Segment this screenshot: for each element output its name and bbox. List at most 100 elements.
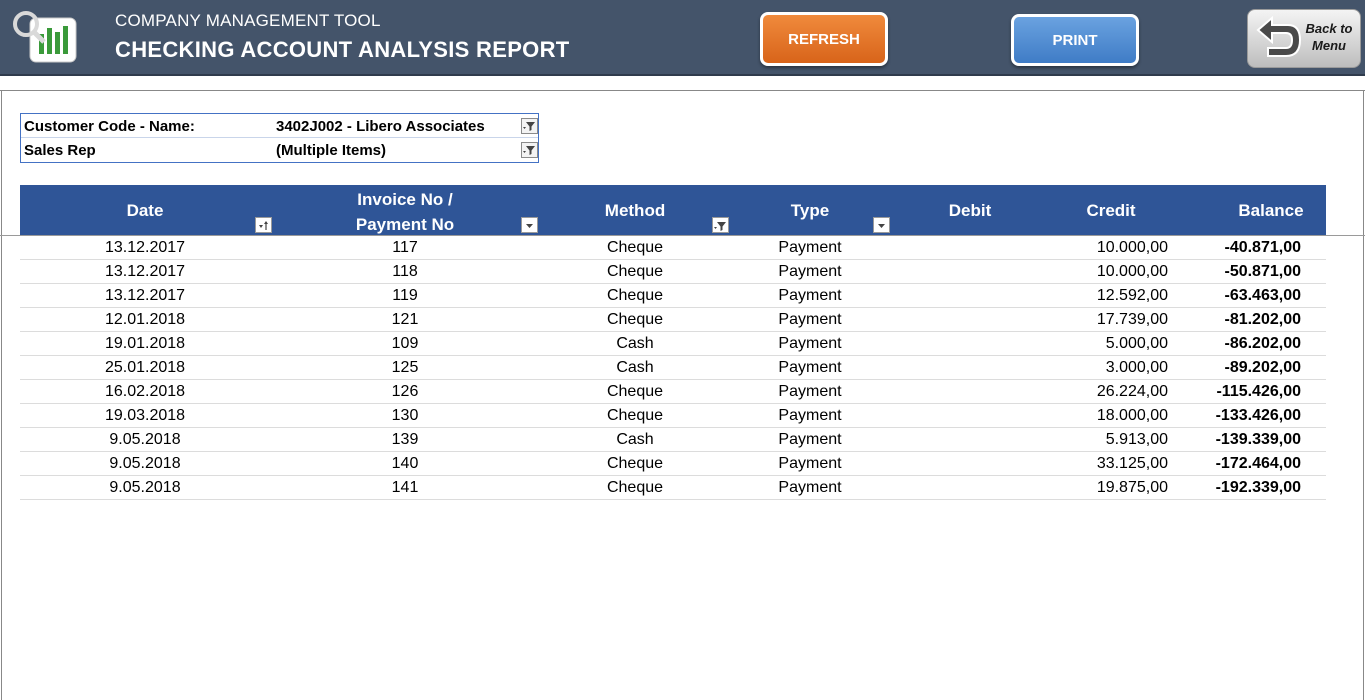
cell-method: Cheque — [606, 383, 664, 400]
cell-invoice: 109 — [391, 335, 419, 352]
back-to-menu-button[interactable]: Back to Menu — [1247, 9, 1361, 68]
date-sort-dropdown[interactable] — [255, 217, 272, 233]
cell-credit: 17.739,00 — [1096, 311, 1168, 328]
cell-balance: -81.202,00 — [1224, 311, 1301, 328]
cell-date: 13.12.2017 — [104, 287, 186, 304]
sort-ascending-icon — [259, 221, 268, 230]
cell-type: Payment — [778, 479, 842, 496]
back-to-menu-label: Back to Menu — [1305, 21, 1353, 53]
cell-method: Cheque — [606, 311, 664, 328]
table-row[interactable]: 25.01.2018 125 Cash Payment 3.000,00 -89.202,… — [20, 356, 1326, 380]
table-row[interactable]: 9.05.2018 139 Cash Payment 5.913,00 -139.339,… — [20, 428, 1326, 452]
sheet-left-border — [1, 90, 2, 700]
filter-icon — [523, 122, 535, 131]
cell-type: Payment — [778, 335, 842, 352]
filter-icon — [714, 222, 726, 231]
table-row[interactable]: 13.12.2017 119 Cheque Payment 12.592,00 -63.4… — [20, 284, 1326, 308]
column-header-credit: Credit — [1086, 201, 1136, 220]
cell-invoice: 125 — [391, 359, 419, 376]
filter-sales-rep: Sales Rep (Multiple Items) — [21, 138, 538, 162]
cell-invoice: 117 — [392, 239, 418, 256]
cell-credit: 3.000,00 — [1105, 359, 1168, 376]
refresh-button[interactable]: REFRESH — [760, 12, 888, 66]
cell-invoice: 139 — [391, 431, 419, 448]
type-dropdown[interactable] — [873, 217, 890, 233]
filter-sales-rep-dropdown[interactable] — [521, 142, 538, 158]
back-arrow-icon — [1256, 16, 1302, 57]
cell-type: Payment — [778, 431, 842, 448]
cell-date: 16.02.2018 — [104, 383, 186, 400]
cell-date: 9.05.2018 — [109, 479, 181, 496]
cell-date: 9.05.2018 — [109, 431, 181, 448]
cell-method: Cheque — [606, 479, 664, 496]
cell-date: 13.12.2017 — [104, 263, 186, 280]
filter-icon — [523, 146, 535, 155]
table-row[interactable]: 13.12.2017 117 Cheque Payment 10.000,00 -40.8… — [20, 236, 1326, 260]
cell-credit: 33.125,00 — [1096, 455, 1168, 472]
cell-method: Cheque — [606, 407, 664, 424]
cell-balance: -133.426,00 — [1215, 407, 1301, 424]
cell-balance: -172.464,00 — [1215, 455, 1301, 472]
table-header: Date Invoice No / Payment No Method Type… — [20, 185, 1326, 235]
cell-type: Payment — [778, 239, 842, 256]
cell-credit: 12.592,00 — [1096, 287, 1168, 304]
filter-customer-value: 3402J002 - Libero Associates — [276, 118, 485, 135]
print-button[interactable]: PRINT — [1011, 14, 1139, 66]
cell-date: 19.01.2018 — [104, 335, 186, 352]
report-title: CHECKING ACCOUNT ANALYSIS REPORT — [115, 37, 570, 62]
cell-invoice: 130 — [391, 407, 419, 424]
cell-date: 19.03.2018 — [104, 407, 186, 424]
column-header-date: Date — [126, 201, 164, 220]
table-row[interactable]: 19.01.2018 109 Cash Payment 5.000,00 -86.202,… — [20, 332, 1326, 356]
invoice-dropdown[interactable] — [521, 217, 538, 233]
filter-customer-dropdown[interactable] — [521, 118, 538, 134]
column-header-type: Type — [790, 201, 830, 220]
cell-balance: -89.202,00 — [1224, 359, 1301, 376]
cell-method: Cheque — [606, 287, 664, 304]
cell-method: Cheque — [606, 455, 664, 472]
cell-invoice: 126 — [391, 383, 419, 400]
cell-credit: 5.000,00 — [1105, 335, 1168, 352]
app-title: COMPANY MANAGEMENT TOOL — [115, 11, 381, 30]
cell-date: 12.01.2018 — [104, 311, 186, 328]
table-row[interactable]: 9.05.2018 140 Cheque Payment 33.125,00 -172.4… — [20, 452, 1326, 476]
cell-type: Payment — [778, 407, 842, 424]
cell-type: Payment — [778, 455, 842, 472]
cell-credit: 18.000,00 — [1096, 407, 1168, 424]
cell-balance: -63.463,00 — [1224, 287, 1301, 304]
cell-balance: -139.339,00 — [1215, 431, 1301, 448]
cell-invoice: 119 — [392, 287, 418, 304]
cell-credit: 10.000,00 — [1096, 239, 1168, 256]
table-row[interactable]: 12.01.2018 121 Cheque Payment 17.739,00 -81.2… — [20, 308, 1326, 332]
chevron-down-icon — [878, 224, 885, 228]
pivot-filter-box: Customer Code - Name: 3402J002 - Libero … — [20, 113, 539, 163]
cell-invoice: 140 — [391, 455, 419, 472]
cell-method: Cash — [616, 431, 654, 448]
cell-balance: -115.426,00 — [1216, 383, 1301, 400]
cell-type: Payment — [778, 263, 842, 280]
app-logo-icon — [13, 11, 77, 63]
method-filter-dropdown[interactable] — [712, 217, 729, 233]
column-header-debit: Debit — [948, 201, 992, 220]
cell-invoice: 121 — [391, 311, 419, 328]
cell-date: 13.12.2017 — [104, 239, 186, 256]
cell-credit: 26.224,00 — [1096, 383, 1168, 400]
cell-type: Payment — [778, 287, 842, 304]
table-row[interactable]: 13.12.2017 118 Cheque Payment 10.000,00 -50.8… — [20, 260, 1326, 284]
filter-customer-label: Customer Code - Name: — [24, 118, 195, 135]
cell-method: Cheque — [606, 263, 664, 280]
sheet-top-border — [0, 90, 1365, 91]
cell-date: 25.01.2018 — [104, 359, 186, 376]
cell-credit: 10.000,00 — [1096, 263, 1168, 280]
cell-balance: -192.339,00 — [1215, 479, 1301, 496]
app-header: COMPANY MANAGEMENT TOOL CHECKING ACCOUNT… — [0, 0, 1365, 76]
table-row[interactable]: 19.03.2018 130 Cheque Payment 18.000,00 -133.… — [20, 404, 1326, 428]
filter-sales-rep-label: Sales Rep — [24, 142, 96, 159]
cell-credit: 19.875,00 — [1096, 479, 1168, 496]
chevron-down-icon — [526, 224, 533, 228]
table-row[interactable]: 16.02.2018 126 Cheque Payment 26.224,00 -115.… — [20, 380, 1326, 404]
cell-type: Payment — [778, 383, 842, 400]
sheet-right-border — [1363, 90, 1364, 700]
column-header-invoice: Invoice No / Payment No — [355, 190, 455, 234]
table-row[interactable]: 9.05.2018 141 Cheque Payment 19.875,00 -192.3… — [20, 476, 1326, 500]
